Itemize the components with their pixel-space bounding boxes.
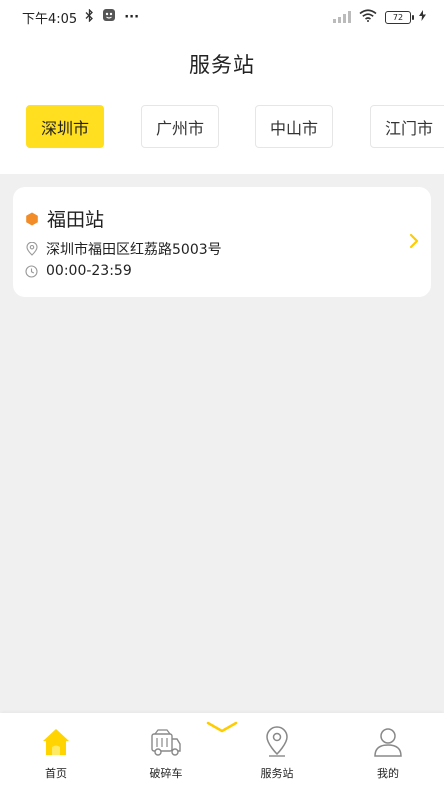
charging-icon xyxy=(419,10,426,24)
city-tab-guangzhou[interactable]: 广州市 xyxy=(141,105,219,148)
station-name-row: 福田站 xyxy=(25,205,104,232)
tab-service-station[interactable]: 服务站 xyxy=(237,725,317,781)
station-hours-row: 00:00-23:59 xyxy=(25,263,132,279)
home-icon xyxy=(43,729,69,755)
tab-crusher-truck-label: 破碎车 xyxy=(149,767,183,780)
station-marker-icon xyxy=(25,212,39,226)
tab-profile[interactable]: 我的 xyxy=(348,725,428,781)
battery-level: 72 xyxy=(392,12,404,22)
tab-home[interactable]: 首页 xyxy=(16,725,96,781)
city-tab-shenzhen[interactable]: 深圳市 xyxy=(26,105,104,148)
status-left: 下午4:05 ··· xyxy=(22,7,140,27)
tab-service-station-label: 服务站 xyxy=(260,767,294,780)
wifi-icon xyxy=(359,8,377,26)
status-bar: 下午4:05 ··· 72 xyxy=(0,0,444,34)
bluetooth-icon xyxy=(85,7,94,26)
chevron-down-icon[interactable] xyxy=(204,719,240,733)
station-name: 福田站 xyxy=(47,209,105,231)
signal-icon xyxy=(333,11,351,23)
location-pin-icon xyxy=(266,726,288,757)
bottom-tab-bar: 首页 破碎车 服务站 我的 xyxy=(0,713,444,794)
page-title: 服务站 xyxy=(189,53,255,77)
location-icon xyxy=(25,242,38,256)
header: 服务站 xyxy=(0,34,444,94)
status-right: 72 xyxy=(333,8,426,26)
truck-icon xyxy=(151,729,181,756)
tab-crusher-truck[interactable]: 破碎车 xyxy=(126,725,206,781)
station-hours: 00:00-23:59 xyxy=(46,263,132,279)
tab-profile-label: 我的 xyxy=(377,767,399,780)
battery-icon: 72 xyxy=(385,10,414,24)
station-address-row: 深圳市福田区红荔路5003号 xyxy=(25,239,222,259)
app-notification-icon xyxy=(102,8,116,26)
more-dots-icon: ··· xyxy=(124,9,140,25)
tab-home-label: 首页 xyxy=(45,767,67,780)
station-address: 深圳市福田区红荔路5003号 xyxy=(46,242,222,258)
city-tabs: 深圳市 广州市 中山市 江门市 xyxy=(0,94,444,174)
station-card[interactable]: 福田站 深圳市福田区红荔路5003号 00:00-23:59 xyxy=(13,187,431,297)
status-time: 下午4:05 xyxy=(22,11,78,27)
city-tab-jiangmen[interactable]: 江门市 xyxy=(370,105,444,148)
chevron-right-icon[interactable] xyxy=(407,231,421,251)
user-icon xyxy=(374,728,402,757)
clock-icon xyxy=(25,264,38,278)
city-tab-zhongshan[interactable]: 中山市 xyxy=(255,105,333,148)
